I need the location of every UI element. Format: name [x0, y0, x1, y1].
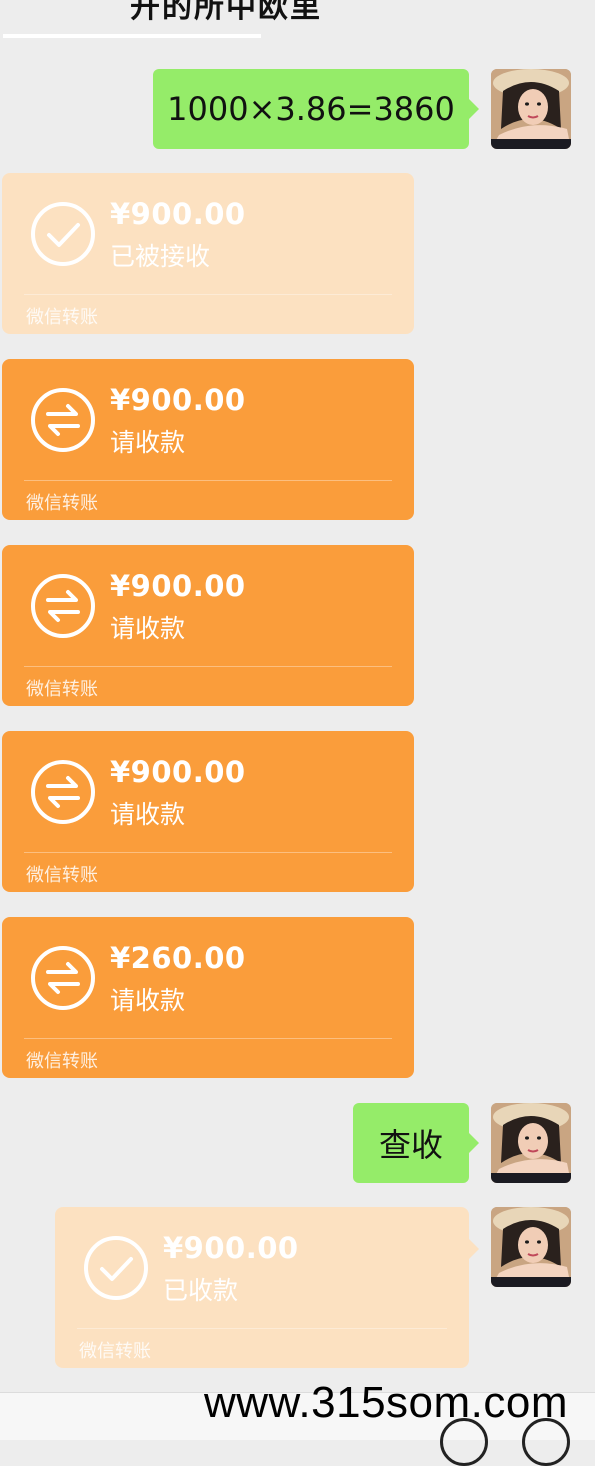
- transfer-divider: [77, 1328, 447, 1329]
- transfer-divider: [24, 1038, 392, 1039]
- transfer-status: 请收款: [110, 986, 186, 1015]
- transfer-divider: [24, 294, 392, 295]
- check-circle-icon: [31, 202, 95, 266]
- check-circle-icon: [84, 1236, 148, 1300]
- transfer-status: 请收款: [110, 428, 186, 457]
- watermark-text: www.315som.com: [204, 1378, 569, 1427]
- transfer-status: 已被接收: [110, 242, 211, 271]
- transfer-arrows-icon: [31, 946, 95, 1010]
- transfer-amount: ¥900.00: [163, 1231, 299, 1265]
- transfer-arrows-icon: [31, 574, 95, 638]
- transfer-status: 请收款: [110, 800, 186, 829]
- transfer-amount: ¥900.00: [110, 197, 246, 231]
- avatar[interactable]: [491, 1207, 571, 1287]
- transfer-label: 微信转账: [26, 307, 98, 328]
- transfer-amount: ¥900.00: [110, 569, 246, 603]
- avatar-photo: [491, 1103, 571, 1183]
- transfer-card[interactable]: ¥900.00 已被接收 微信转账: [2, 173, 414, 334]
- transfer-amount: ¥900.00: [110, 755, 246, 789]
- transfer-status: 请收款: [110, 614, 186, 643]
- transfer-card[interactable]: ¥900.00 请收款 微信转账: [2, 545, 414, 706]
- avatar-photo: [491, 69, 571, 149]
- transfer-label: 微信转账: [26, 679, 98, 700]
- transfer-amount: ¥900.00: [110, 383, 246, 417]
- message-check-text: 查收: [378, 1126, 443, 1164]
- header-strip: [3, 34, 261, 38]
- avatar[interactable]: [491, 1103, 571, 1183]
- transfer-label: 微信转账: [26, 493, 98, 514]
- transfer-label: 微信转账: [26, 1051, 98, 1072]
- message-check[interactable]: 查收: [353, 1103, 479, 1183]
- transfer-label: 微信转账: [26, 865, 98, 886]
- transfer-arrows-icon: [31, 760, 95, 824]
- transfer-card[interactable]: ¥900.00 请收款 微信转账: [2, 731, 414, 892]
- transfer-label: 微信转账: [79, 1341, 151, 1362]
- message-calc-text: 1000×3.86=3860: [167, 90, 455, 128]
- transfer-card[interactable]: ¥900.00 已收款 微信转账: [55, 1207, 479, 1368]
- transfer-arrows-icon: [31, 388, 95, 452]
- transfer-divider: [24, 480, 392, 481]
- transfer-amount: ¥260.00: [110, 941, 246, 975]
- avatar[interactable]: [491, 69, 571, 149]
- chat-title: 开的所中欧里: [130, 0, 322, 25]
- transfer-status: 已收款: [163, 1276, 239, 1305]
- transfer-card[interactable]: ¥260.00 请收款 微信转账: [2, 917, 414, 1078]
- transfer-card[interactable]: ¥900.00 请收款 微信转账: [2, 359, 414, 520]
- message-calc[interactable]: 1000×3.86=3860: [153, 69, 479, 149]
- transfer-divider: [24, 666, 392, 667]
- avatar-photo: [491, 1207, 571, 1287]
- chat-header: 开的所中欧里: [0, 0, 595, 38]
- transfer-divider: [24, 852, 392, 853]
